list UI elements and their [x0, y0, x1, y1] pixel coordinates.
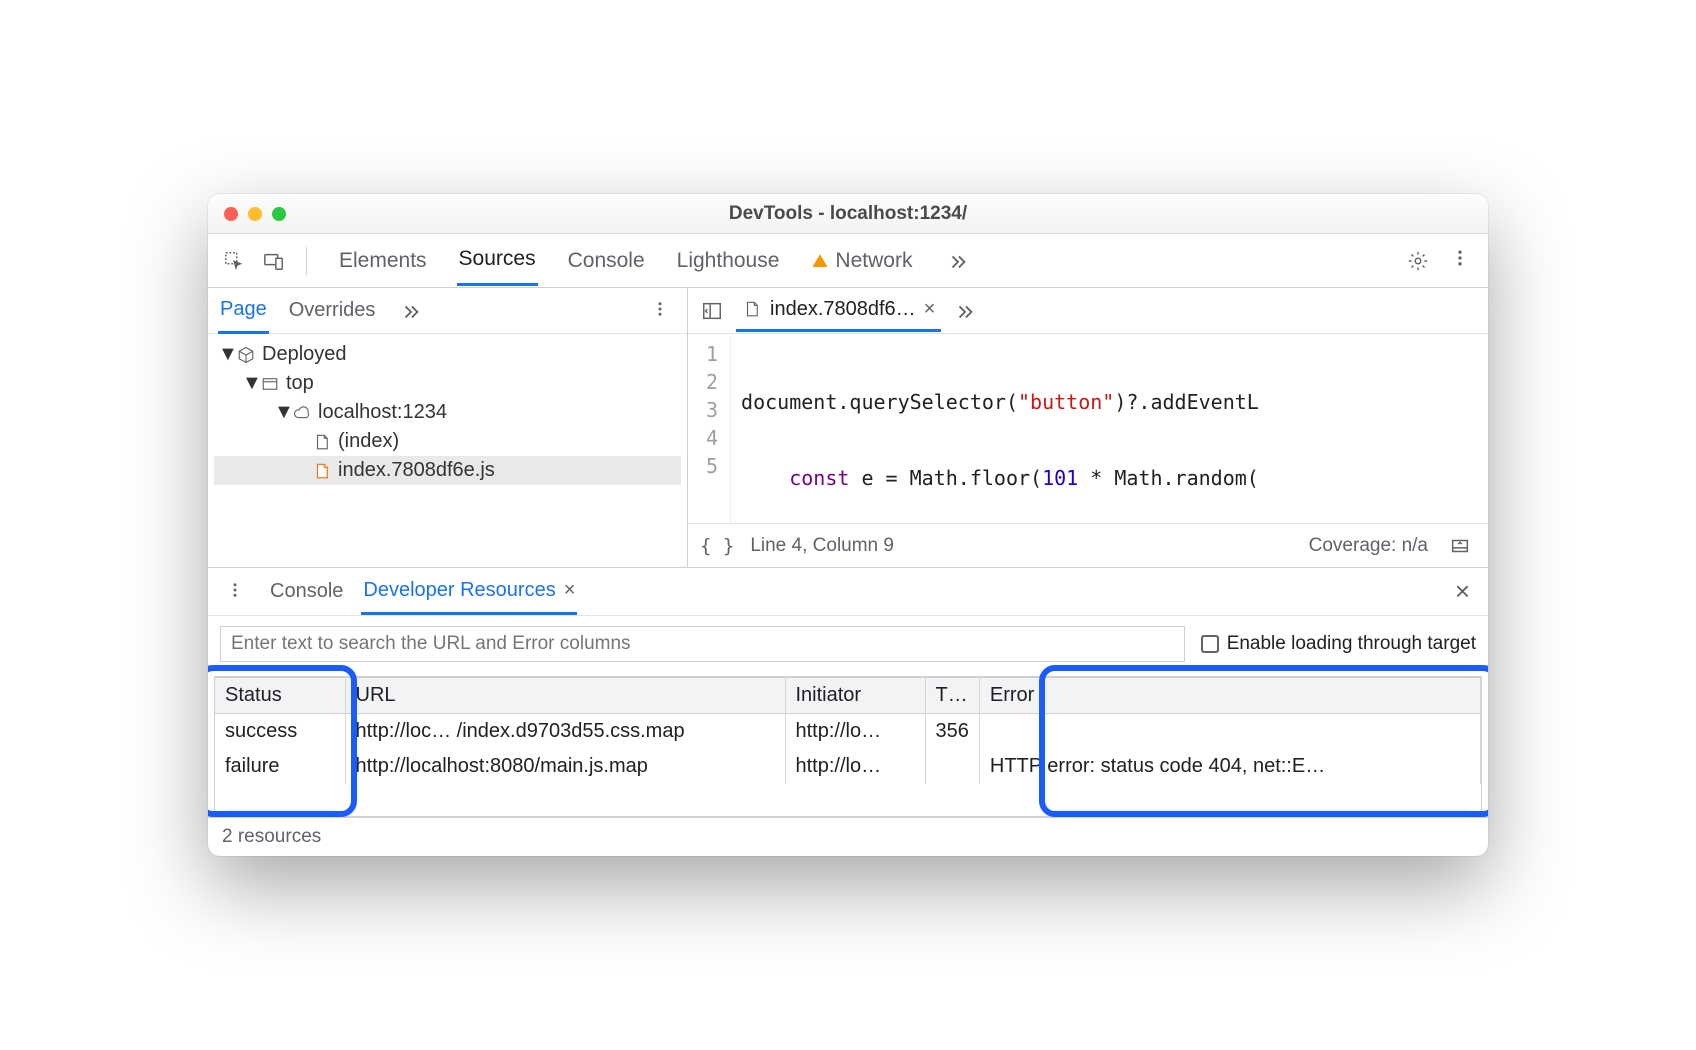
toggle-navigator-icon[interactable] — [696, 295, 728, 327]
kebab-menu-icon[interactable] — [1442, 248, 1478, 274]
col-time[interactable]: T… — [925, 678, 979, 714]
subtab-page[interactable]: Page — [218, 288, 269, 334]
settings-icon[interactable] — [1402, 245, 1434, 277]
navigator-tabs: Page Overrides — [208, 288, 687, 334]
tree-top[interactable]: ▼ top — [214, 369, 681, 398]
window-title: DevTools - localhost:1234/ — [208, 203, 1488, 225]
table-row[interactable]: success http://loc… /index.d9703d55.css.… — [215, 714, 1481, 750]
subtab-overrides[interactable]: Overrides — [287, 289, 378, 332]
col-status[interactable]: Status — [215, 678, 345, 714]
tree-host[interactable]: ▼ localhost:1234 — [214, 398, 681, 427]
more-tabs-icon[interactable] — [949, 295, 981, 327]
editor-pane: index.7808df6… × 1 2 3 4 5 document.quer… — [688, 288, 1488, 567]
editor-tabs: index.7808df6… × — [688, 288, 1488, 334]
tab-network[interactable]: Network — [809, 237, 914, 285]
frame-icon — [260, 374, 280, 394]
col-initiator[interactable]: Initiator — [785, 678, 925, 714]
traffic-lights — [208, 207, 286, 221]
warning-icon — [811, 252, 829, 270]
main-toolbar: Elements Sources Console Lighthouse Netw… — [208, 234, 1488, 288]
resources-table: Status URL Initiator T… Error success ht… — [214, 676, 1482, 817]
search-row: Enable loading through target — [214, 622, 1482, 666]
cube-icon — [236, 345, 256, 365]
coverage-status: Coverage: n/a — [1309, 535, 1428, 557]
col-error[interactable]: Error — [979, 678, 1480, 714]
minimize-window-button[interactable] — [248, 207, 262, 221]
sources-split: Page Overrides ▼ Deployed ▼ top ▼ — [208, 288, 1488, 568]
divider — [306, 247, 307, 275]
file-tab[interactable]: index.7808df6… × — [736, 290, 941, 332]
main-tabs: Elements Sources Console Lighthouse Netw… — [337, 235, 974, 286]
tab-elements[interactable]: Elements — [337, 237, 429, 285]
show-drawer-icon[interactable] — [1444, 530, 1476, 562]
table-header-row: Status URL Initiator T… Error — [215, 678, 1481, 714]
pretty-print-icon[interactable]: { } — [700, 535, 734, 557]
drawer-footer: 2 resources — [208, 817, 1488, 856]
table-row[interactable]: failure http://localhost:8080/main.js.ma… — [215, 749, 1481, 784]
col-url[interactable]: URL — [345, 678, 785, 714]
tree-deployed[interactable]: ▼ Deployed — [214, 340, 681, 369]
drawer-tab-console[interactable]: Console — [268, 570, 345, 613]
file-tree: ▼ Deployed ▼ top ▼ localhost:1234 (index… — [208, 334, 687, 491]
search-input[interactable] — [220, 626, 1185, 662]
more-tabs-icon[interactable] — [942, 245, 974, 277]
tree-index[interactable]: (index) — [214, 427, 681, 456]
drawer-tabs: Console Developer Resources × × — [208, 568, 1488, 616]
device-toolbar-icon[interactable] — [258, 245, 290, 277]
cloud-icon — [292, 403, 312, 423]
cursor-position: Line 4, Column 9 — [750, 535, 894, 557]
drawer-body: Enable loading through target Status URL… — [208, 616, 1488, 817]
code-content[interactable]: document.querySelector("button")?.addEve… — [731, 334, 1269, 523]
close-drawer-icon[interactable]: × — [1455, 576, 1478, 607]
tab-console[interactable]: Console — [566, 237, 647, 285]
drawer-tab-devres[interactable]: Developer Resources × — [361, 569, 577, 615]
drawer-menu-icon[interactable] — [218, 579, 252, 605]
close-tab-icon[interactable]: × — [924, 298, 936, 321]
editor-statusbar: { } Line 4, Column 9 Coverage: n/a — [688, 523, 1488, 567]
tab-sources[interactable]: Sources — [457, 235, 538, 286]
file-icon — [312, 432, 332, 452]
code-editor[interactable]: 1 2 3 4 5 document.querySelector("button… — [688, 334, 1488, 523]
titlebar: DevTools - localhost:1234/ — [208, 194, 1488, 234]
checkbox-icon — [1201, 635, 1219, 653]
navigator-menu-icon[interactable] — [643, 298, 677, 324]
tab-lighthouse[interactable]: Lighthouse — [675, 237, 782, 285]
file-icon — [742, 299, 762, 319]
file-js-icon — [312, 461, 332, 481]
inspect-icon[interactable] — [218, 245, 250, 277]
devtools-window: DevTools - localhost:1234/ Elements Sour… — [208, 194, 1488, 856]
line-gutter: 1 2 3 4 5 — [688, 334, 731, 523]
maximize-window-button[interactable] — [272, 207, 286, 221]
more-tabs-icon[interactable] — [395, 295, 427, 327]
close-tab-icon[interactable]: × — [564, 579, 576, 602]
enable-target-checkbox[interactable]: Enable loading through target — [1201, 633, 1476, 655]
tree-file-js[interactable]: index.7808df6e.js — [214, 456, 681, 485]
navigator-pane: Page Overrides ▼ Deployed ▼ top ▼ — [208, 288, 688, 567]
table-row-empty — [215, 784, 1481, 816]
close-window-button[interactable] — [224, 207, 238, 221]
